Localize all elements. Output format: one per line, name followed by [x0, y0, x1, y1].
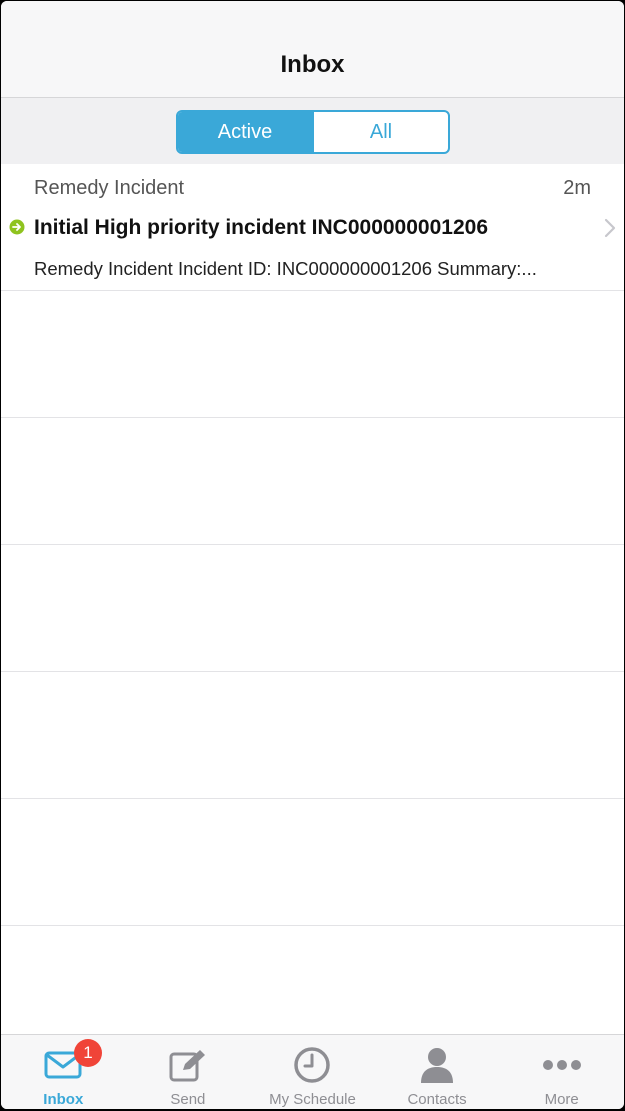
tab-contacts[interactable]: Contacts — [375, 1035, 500, 1109]
unread-count-badge: 1 — [74, 1039, 102, 1067]
empty-row — [1, 291, 624, 418]
message-row[interactable]: Remedy Incident 2m Initial High priority… — [1, 164, 624, 291]
message-subject: Initial High priority incident INC000000… — [34, 216, 488, 239]
app-screen: Inbox Active All Remedy Incident 2m Init… — [1, 1, 624, 1109]
message-sender: Remedy Incident — [34, 177, 185, 199]
tab-label: My Schedule — [269, 1091, 356, 1108]
chevron-right-icon — [604, 218, 616, 238]
filter-active-segment[interactable]: Active — [178, 112, 312, 152]
empty-row — [1, 418, 624, 545]
message-time: 2m — [563, 177, 591, 199]
person-icon — [417, 1045, 457, 1085]
message-list: Remedy Incident 2m Initial High priority… — [1, 164, 624, 1053]
ellipsis-icon — [542, 1045, 582, 1085]
filter-segmented-control: Active All — [176, 110, 450, 154]
clock-icon — [292, 1045, 332, 1085]
tab-send[interactable]: Send — [126, 1035, 251, 1109]
compose-icon — [168, 1045, 208, 1085]
tab-more[interactable]: More — [499, 1035, 624, 1109]
active-status-icon — [9, 219, 25, 235]
filter-all-segment[interactable]: All — [312, 112, 448, 152]
tab-bar: 1 Inbox Send My Schedule Contacts More — [1, 1034, 624, 1109]
tab-inbox[interactable]: 1 Inbox — [1, 1035, 126, 1109]
tab-label: More — [544, 1091, 579, 1108]
empty-row — [1, 545, 624, 672]
page-title: Inbox — [280, 51, 345, 78]
navigation-bar: Inbox — [1, 1, 624, 98]
tab-label: Inbox — [43, 1091, 84, 1108]
empty-row — [1, 672, 624, 799]
tab-label: Contacts — [407, 1091, 467, 1108]
tab-label: Send — [170, 1091, 206, 1108]
filter-bar: Active All — [1, 98, 624, 164]
message-preview: Remedy Incident Incident ID: INC00000000… — [34, 258, 537, 279]
empty-row — [1, 799, 624, 926]
tab-my-schedule[interactable]: My Schedule — [250, 1035, 375, 1109]
